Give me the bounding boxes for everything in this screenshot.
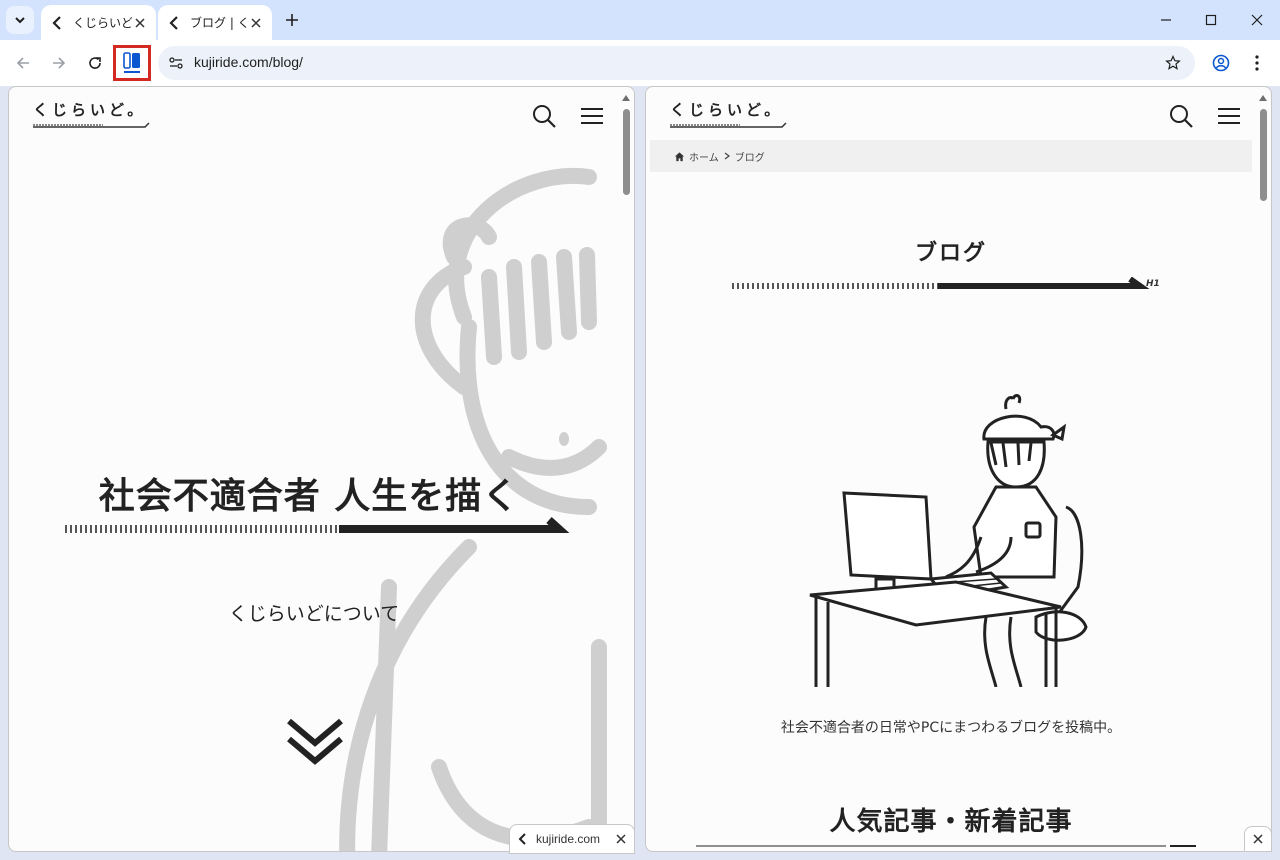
close-tab-icon[interactable] <box>132 15 148 31</box>
search-icon[interactable] <box>531 103 557 129</box>
close-pane-button[interactable] <box>1244 826 1272 852</box>
plus-icon <box>286 14 298 26</box>
tab-kujiride-home[interactable]: くじらいど | <box>41 5 156 40</box>
breadcrumb-current: ブログ <box>734 152 765 164</box>
back-button[interactable] <box>9 49 37 77</box>
chevron-down-icon <box>15 17 25 24</box>
breadcrumb-home[interactable]: ホーム <box>689 149 719 164</box>
tab-blog[interactable]: ブログ | くじ <box>158 5 272 40</box>
close-icon <box>1253 834 1263 844</box>
hero-title: 社会不適合者 人生を描く <box>98 476 520 517</box>
site-logo[interactable]: くじらいど。 <box>33 99 155 129</box>
site-logo[interactable]: くじらいど。 <box>670 99 792 129</box>
double-chevron-down-icon[interactable] <box>285 715 345 765</box>
scroll-up-arrow[interactable] <box>622 95 630 101</box>
close-window-button[interactable] <box>1234 0 1280 40</box>
close-icon <box>1251 14 1263 26</box>
logo-text: くじらいど。 <box>670 101 784 119</box>
scrollbar[interactable] <box>618 87 634 851</box>
logo-underline <box>33 122 150 128</box>
maximize-button[interactable] <box>1188 0 1234 40</box>
close-tab-icon[interactable] <box>248 15 264 31</box>
scroll-thumb[interactable] <box>623 109 630 195</box>
chevron-left-icon <box>49 15 65 31</box>
chevron-right-icon <box>724 152 730 160</box>
tab-title: くじらいど | <box>73 16 132 30</box>
popup-title: kujiride.com <box>536 832 601 846</box>
hamburger-menu-icon[interactable] <box>579 103 605 129</box>
hero-underline <box>65 517 570 533</box>
page-title: ブログ <box>914 241 987 266</box>
section-title: 人気記事・新着記事 <box>829 807 1073 837</box>
url-text[interactable]: kujiride.com/blog/ <box>194 54 303 70</box>
tab-title: ブログ | くじ <box>190 16 248 30</box>
tab-search-button[interactable] <box>6 6 34 34</box>
scroll-up-arrow[interactable] <box>1259 95 1267 101</box>
scroll-thumb[interactable] <box>1260 109 1267 201</box>
tab-strip: くじらいど | ブログ | くじ <box>0 0 1280 40</box>
arrow-left-icon <box>16 57 29 69</box>
split-view-button[interactable] <box>113 45 151 81</box>
profile-button[interactable] <box>1207 49 1235 77</box>
home-icon[interactable] <box>674 151 685 162</box>
menu-button[interactable] <box>1243 49 1271 77</box>
reload-button[interactable] <box>81 49 109 77</box>
minimize-icon <box>1161 19 1171 21</box>
search-icon[interactable] <box>1168 103 1194 129</box>
address-bar[interactable]: kujiride.com/blog/ <box>158 46 1195 80</box>
browser-toolbar: kujiride.com/blog/ <box>0 40 1280 86</box>
maximize-icon <box>1205 14 1217 26</box>
logo-underline <box>670 122 787 128</box>
minimize-button[interactable] <box>1143 0 1189 40</box>
chevron-left-icon <box>518 833 526 845</box>
forward-button[interactable] <box>45 49 73 77</box>
person-at-computer-illustration <box>809 394 1088 687</box>
pane-tab-popup[interactable]: kujiride.com <box>509 824 635 854</box>
new-tab-button[interactable] <box>280 8 304 32</box>
left-split-pane[interactable]: くじらいど。 社会不適合者 人生を描く くじらいどについて <box>8 86 635 852</box>
arrow-right-icon <box>53 57 66 69</box>
bookmark-star-icon[interactable] <box>1163 53 1183 73</box>
h1-tag: H1 <box>1146 279 1160 289</box>
close-icon[interactable] <box>616 834 626 844</box>
profile-icon <box>1212 54 1230 72</box>
hamburger-menu-icon[interactable] <box>1216 103 1242 129</box>
scrollbar[interactable] <box>1255 87 1271 851</box>
kebab-menu-icon <box>1255 55 1259 71</box>
chevron-left-icon <box>166 15 182 31</box>
right-split-pane[interactable]: くじらいど。 ホーム ブログ ブログ H1 社会不適合者の日常やPCにまつわるブ… <box>645 86 1272 852</box>
reload-icon <box>89 57 101 69</box>
breadcrumb: ホーム ブログ <box>650 140 1252 172</box>
site-info-icon[interactable] <box>164 51 188 75</box>
logo-text: くじらいど。 <box>33 101 147 119</box>
section-underline <box>696 845 1196 847</box>
title-underline <box>732 277 1150 289</box>
about-link[interactable]: くじらいどについて <box>9 599 619 626</box>
split-view-icon <box>123 52 140 73</box>
page-description: 社会不適合者の日常やPCにまつわるブログを投稿中。 <box>780 720 1122 736</box>
